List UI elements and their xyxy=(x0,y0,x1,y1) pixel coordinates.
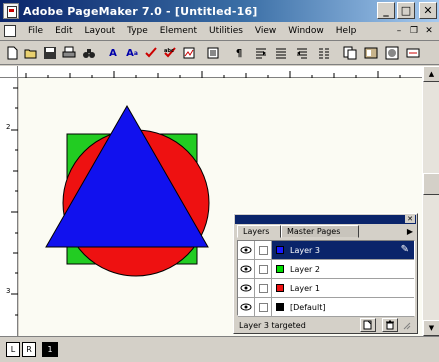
layer-row-1[interactable]: Layer 1 xyxy=(238,279,414,298)
layers-palette: ✕ Layers Master Pages ▶ Layer 3 ✎ Layer … xyxy=(233,213,418,334)
menu-view[interactable]: View xyxy=(249,26,282,36)
layer-color-swatch xyxy=(276,265,284,273)
find-binoculars-icon[interactable] xyxy=(80,44,98,62)
menu-bar: File Edit Layout Type Element Utilities … xyxy=(0,22,439,41)
ruler-origin[interactable] xyxy=(0,66,18,78)
pagemaker-app-icon[interactable] xyxy=(3,3,19,19)
styles-icon[interactable] xyxy=(180,44,198,62)
columns-icon[interactable] xyxy=(315,44,333,62)
open-folder-icon[interactable] xyxy=(22,44,40,62)
scroll-up-arrow-icon[interactable]: ▲ xyxy=(423,66,439,82)
palette-status-text: Layer 3 targeted xyxy=(239,321,306,330)
palette-menu-arrow-icon[interactable]: ▶ xyxy=(407,227,413,236)
tab-layers[interactable]: Layers xyxy=(237,225,281,238)
minimize-button[interactable]: _ xyxy=(377,2,395,19)
menu-utilities[interactable]: Utilities xyxy=(203,26,249,36)
doc-minimize-button[interactable]: – xyxy=(392,24,406,37)
layer-color-swatch xyxy=(276,284,284,292)
scroll-down-arrow-icon[interactable]: ▼ xyxy=(423,320,439,336)
menu-layout[interactable]: Layout xyxy=(79,26,122,36)
scroll-thumb[interactable] xyxy=(423,173,439,195)
menu-element[interactable]: Element xyxy=(154,26,203,36)
layer-name: [Default] xyxy=(290,302,326,312)
lock-toggle[interactable] xyxy=(255,298,272,316)
palette-tabs: Layers Master Pages ▶ xyxy=(235,225,416,238)
visibility-eye-icon[interactable] xyxy=(238,298,255,316)
visibility-eye-icon[interactable] xyxy=(238,279,255,297)
text-check-icon[interactable] xyxy=(142,44,160,62)
layer-name: Layer 1 xyxy=(290,283,320,293)
align-justify-icon[interactable] xyxy=(272,44,290,62)
print-icon[interactable] xyxy=(60,44,78,62)
resize-grip-icon[interactable] xyxy=(400,318,412,332)
left-master-page-tab[interactable]: L xyxy=(6,342,20,357)
visibility-eye-icon[interactable] xyxy=(238,260,255,278)
maximize-button[interactable]: □ xyxy=(397,2,415,19)
pen-icon: ✎ xyxy=(400,244,409,255)
menu-window[interactable]: Window xyxy=(282,26,330,36)
layer-name: Layer 2 xyxy=(290,264,320,274)
new-document-icon[interactable] xyxy=(3,44,21,62)
svg-text:abc: abc xyxy=(164,48,174,54)
menu-type[interactable]: Type xyxy=(121,26,154,36)
page-navigation-bar: L R 1 xyxy=(0,336,439,362)
menu-file[interactable]: File xyxy=(22,26,49,36)
toolbar: A Aa abc ¶ xyxy=(0,42,439,65)
control-palette-icon[interactable] xyxy=(404,44,422,62)
lock-toggle[interactable] xyxy=(255,260,272,278)
align-left-icon[interactable] xyxy=(252,44,270,62)
close-button[interactable]: ✕ xyxy=(419,2,437,19)
tab-master-pages[interactable]: Master Pages xyxy=(281,225,359,238)
paragraph-icon[interactable]: ¶ xyxy=(230,44,248,62)
doc-close-button[interactable]: ✕ xyxy=(422,24,436,37)
window-title: Adobe PageMaker 7.0 - [Untitled-16] xyxy=(23,4,258,18)
layer-row-default[interactable]: [Default] xyxy=(238,298,414,317)
doc-restore-button[interactable]: ❐ xyxy=(407,24,421,37)
place-graphic-icon[interactable] xyxy=(204,44,222,62)
palette-close-button[interactable]: ✕ xyxy=(405,215,415,223)
text-tool-icon[interactable]: A xyxy=(104,44,122,62)
lock-toggle[interactable] xyxy=(255,241,272,259)
menu-edit[interactable]: Edit xyxy=(49,26,78,36)
horizontal-ruler[interactable] xyxy=(18,66,422,78)
layer-color-swatch xyxy=(276,246,284,254)
align-right-icon[interactable] xyxy=(293,44,311,62)
layer-row-2[interactable]: Layer 2 xyxy=(238,260,414,279)
copy-page-icon[interactable] xyxy=(341,44,359,62)
text-style-icon[interactable]: Aa xyxy=(123,44,141,62)
page-1-tab[interactable]: 1 xyxy=(42,342,58,357)
right-master-page-tab[interactable]: R xyxy=(22,342,36,357)
new-layer-icon[interactable] xyxy=(360,318,376,332)
layer-color-swatch xyxy=(276,303,284,311)
layer-list: Layer 3 ✎ Layer 2 Layer 1 [Default] xyxy=(237,240,415,317)
menu-help[interactable]: Help xyxy=(330,26,363,36)
colors-icon[interactable] xyxy=(383,44,401,62)
delete-layer-trash-icon[interactable] xyxy=(382,318,398,332)
layer-row-3[interactable]: Layer 3 ✎ xyxy=(238,241,414,260)
title-bar: Adobe PageMaker 7.0 - [Untitled-16] _ □ … xyxy=(0,0,439,22)
layers-view-icon[interactable] xyxy=(362,44,380,62)
save-disk-icon[interactable] xyxy=(41,44,59,62)
palette-title-bar[interactable]: ✕ xyxy=(235,215,416,224)
vertical-ruler[interactable]: 2 3 xyxy=(0,78,18,336)
layer-name: Layer 3 xyxy=(290,245,320,255)
document-icon[interactable] xyxy=(4,25,16,37)
visibility-eye-icon[interactable] xyxy=(238,241,255,259)
lock-toggle[interactable] xyxy=(255,279,272,297)
spellcheck-icon[interactable]: abc xyxy=(161,44,179,62)
vertical-scrollbar[interactable]: ▲ ▼ xyxy=(422,66,439,336)
